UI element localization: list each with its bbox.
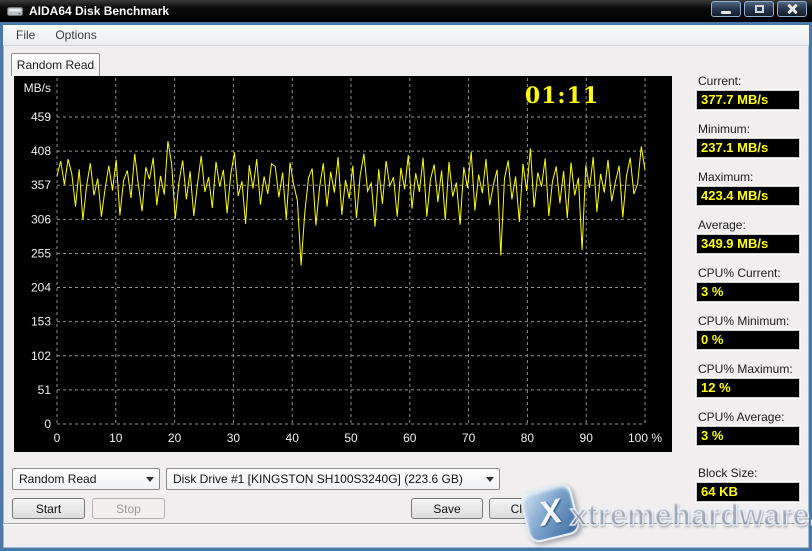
drive-select[interactable]: Disk Drive #1 [KINGSTON SH100S3240G] (22… <box>166 468 500 490</box>
stop-button[interactable]: Stop <box>92 498 165 519</box>
x-tick-label: 60 <box>403 431 417 445</box>
chevron-down-icon <box>481 469 499 489</box>
y-tick-label: 357 <box>31 178 51 192</box>
menu-bar: File Options <box>3 25 809 46</box>
y-tick-label: 153 <box>31 315 51 329</box>
x-tick-label: 0 <box>54 431 61 445</box>
stat-cpu-minimum: CPU% Minimum: 0 % <box>696 314 800 350</box>
disk-drive-icon <box>7 6 23 17</box>
stat-value: 349.9 MB/s <box>696 234 800 254</box>
stat-value: 237.1 MB/s <box>696 138 800 158</box>
y-axis-label: MB/s <box>24 81 51 95</box>
stat-value: 12 % <box>696 378 800 398</box>
y-tick-label: 102 <box>31 349 51 363</box>
y-tick-label: 459 <box>31 110 51 124</box>
stat-cpu-maximum: CPU% Maximum: 12 % <box>696 362 800 398</box>
start-button[interactable]: Start <box>12 498 85 519</box>
elapsed-time: 01:11 <box>510 83 614 109</box>
stat-value: 64 KB <box>696 482 800 502</box>
menu-item-options[interactable]: Options <box>46 26 105 44</box>
window-title: AIDA64 Disk Benchmark <box>29 4 169 18</box>
stat-value: 3 % <box>696 282 800 302</box>
y-tick-label: 408 <box>31 144 51 158</box>
status-bar-divider <box>3 523 809 525</box>
stat-value: 3 % <box>696 426 800 446</box>
stat-maximum: Maximum: 423.4 MB/s <box>696 170 800 206</box>
stat-value: 0 % <box>696 330 800 350</box>
title-bar[interactable]: AIDA64 Disk Benchmark <box>0 0 812 22</box>
drive-select-value: Disk Drive #1 [KINGSTON SH100S3240G] (22… <box>167 472 481 486</box>
stat-minimum: Minimum: 237.1 MB/s <box>696 122 800 158</box>
y-tick-label: 51 <box>38 383 52 397</box>
x-tick-label: 20 <box>168 431 182 445</box>
close-button[interactable] <box>777 1 807 17</box>
stat-label: Block Size: <box>696 466 800 482</box>
x-tick-label: 50 <box>344 431 358 445</box>
close-icon <box>786 3 798 15</box>
x-tick-label: 90 <box>580 431 594 445</box>
stat-value: 423.4 MB/s <box>696 186 800 206</box>
stat-label: CPU% Minimum: <box>696 314 800 330</box>
x-tick-label: 30 <box>227 431 241 445</box>
benchmark-chart: 0 51 102 153 204 255 306 357 408 459 0 10 20 30 40 50 60… <box>14 76 672 452</box>
stat-block-size: Block Size: 64 KB <box>696 466 800 502</box>
stat-label: CPU% Average: <box>696 410 800 426</box>
stat-value: 377.7 MB/s <box>696 90 800 110</box>
stat-label: Average: <box>696 218 800 234</box>
stat-label: CPU% Current: <box>696 266 800 282</box>
y-tick-label: 0 <box>44 417 51 431</box>
stat-current: Current: 377.7 MB/s <box>696 74 800 110</box>
x-tick-label: 100 % <box>628 431 662 445</box>
maximize-button[interactable] <box>744 1 774 17</box>
x-tick-label: 10 <box>109 431 123 445</box>
x-tick-label: 70 <box>462 431 476 445</box>
tab-random-read[interactable]: Random Read <box>11 53 100 76</box>
save-button[interactable]: Save <box>411 498 483 519</box>
chevron-down-icon <box>141 469 159 489</box>
stat-label: Minimum: <box>696 122 800 138</box>
minimize-icon <box>721 11 731 14</box>
maximize-icon <box>755 5 764 13</box>
y-tick-label: 306 <box>31 212 51 226</box>
stat-cpu-average: CPU% Average: 3 % <box>696 410 800 446</box>
stat-average: Average: 349.9 MB/s <box>696 218 800 254</box>
stats-panel: Current: 377.7 MB/s Minimum: 237.1 MB/s … <box>696 74 800 458</box>
x-tick-label: 40 <box>286 431 300 445</box>
menu-item-file[interactable]: File <box>7 26 44 44</box>
stat-label: CPU% Maximum: <box>696 362 800 378</box>
benchmark-select-value: Random Read <box>13 472 141 486</box>
stat-cpu-current: CPU% Current: 3 % <box>696 266 800 302</box>
stat-label: Maximum: <box>696 170 800 186</box>
chart-panel: 0 51 102 153 204 255 306 357 408 459 0 10 20 30 40 50 60… <box>14 76 672 452</box>
benchmark-select[interactable]: Random Read <box>12 468 160 490</box>
x-tick-label: 80 <box>521 431 535 445</box>
app-window: AIDA64 Disk Benchmark File Options Rando… <box>0 0 812 551</box>
y-tick-label: 204 <box>31 281 51 295</box>
y-tick-label: 255 <box>31 246 51 260</box>
minimize-button[interactable] <box>711 1 741 17</box>
stat-label: Current: <box>696 74 800 90</box>
clear-button[interactable]: Clear <box>489 498 561 519</box>
